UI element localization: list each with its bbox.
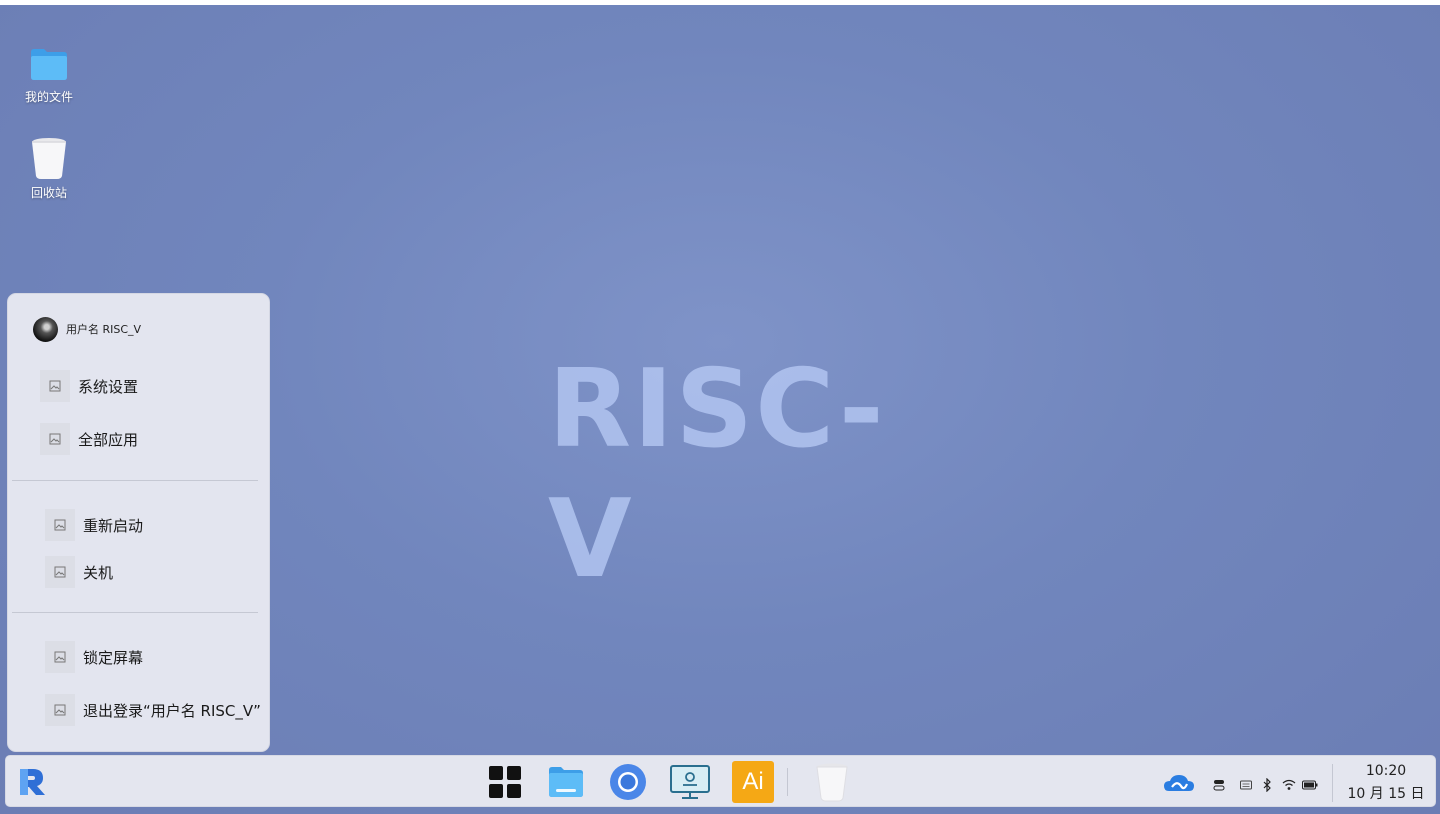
- cloud-sync-icon: [1164, 775, 1194, 791]
- avatar: [33, 316, 58, 342]
- user-name: 用户名 RISC_V: [66, 323, 142, 336]
- trash-icon: [32, 138, 66, 179]
- tray-divider: [1332, 764, 1333, 802]
- desktop-icon-label: 回收站: [30, 186, 67, 200]
- folder-icon: [31, 49, 67, 80]
- taskbar-divider: [787, 768, 788, 796]
- monitor-icon: [670, 765, 710, 799]
- app-grid-button[interactable]: [485, 762, 525, 802]
- risc-v-watermark: RISC- V: [548, 347, 886, 602]
- menu-separator: [12, 612, 258, 613]
- battery-button[interactable]: [1301, 778, 1319, 792]
- menu-item-system-settings[interactable]: 系统设置: [40, 370, 138, 402]
- clock[interactable]: 10:20 10 月 15 日: [1340, 760, 1432, 806]
- keyboard-button[interactable]: [1239, 778, 1253, 792]
- start-menu: 用户名 RISC_V 系统设置 全部应用 重新启动 关机 锁定屏幕 退出登录“用…: [7, 293, 270, 752]
- menu-item-logout[interactable]: 退出登录“用户名 RISC_V”: [45, 694, 261, 726]
- clock-date: 10 月 15 日: [1347, 786, 1425, 802]
- menu-item-all-apps[interactable]: 全部应用: [40, 423, 138, 455]
- wifi-button[interactable]: [1281, 778, 1297, 792]
- image-placeholder-icon: [40, 370, 70, 402]
- toggle-button[interactable]: [1212, 778, 1226, 792]
- menu-item-shutdown[interactable]: 关机: [45, 556, 113, 588]
- cloud-sync-button[interactable]: [1162, 770, 1196, 796]
- trash-icon: [816, 763, 848, 802]
- start-button[interactable]: [16, 766, 48, 798]
- chromium-icon: [610, 764, 646, 800]
- keyboard-icon: [1240, 780, 1252, 790]
- desktop-icon-my-files[interactable]: 我的文件: [9, 44, 89, 105]
- folder-icon: [549, 767, 583, 797]
- desktop-icon-label: 我的文件: [24, 90, 73, 104]
- trash-app-button[interactable]: [812, 761, 852, 803]
- menu-item-label: 退出登录“用户名 RISC_V”: [83, 701, 261, 720]
- image-placeholder-icon: [45, 694, 75, 726]
- files-app-button[interactable]: [546, 762, 586, 802]
- menu-item-label: 系统设置: [78, 377, 139, 396]
- illustrator-app-button[interactable]: Ai: [732, 761, 774, 803]
- image-placeholder-icon: [40, 423, 70, 455]
- desktop: 我的文件 回收站 RISC- V 用户名 RISC_V 系统设置 全部应用 重新…: [0, 0, 1440, 814]
- bluetooth-button[interactable]: [1260, 778, 1274, 792]
- menu-item-label: 关机: [83, 563, 114, 582]
- clock-time: 10:20: [1365, 763, 1407, 779]
- remote-desktop-app-button[interactable]: [669, 762, 711, 802]
- menu-separator: [12, 480, 258, 481]
- grid-icon: [489, 766, 521, 798]
- top-strip: [0, 0, 1440, 5]
- image-placeholder-icon: [45, 641, 75, 673]
- menu-item-lock-screen[interactable]: 锁定屏幕: [45, 641, 143, 673]
- battery-icon: [1302, 780, 1318, 790]
- bluetooth-icon: [1263, 778, 1271, 792]
- toggle-icon: [1213, 780, 1225, 791]
- menu-item-restart[interactable]: 重新启动: [45, 509, 143, 541]
- image-placeholder-icon: [45, 509, 75, 541]
- ai-icon: Ai: [742, 768, 764, 795]
- menu-item-label: 全部应用: [78, 430, 139, 449]
- wifi-icon: [1282, 779, 1296, 790]
- menu-item-label: 锁定屏幕: [83, 648, 144, 667]
- desktop-icon-trash[interactable]: 回收站: [9, 136, 89, 201]
- taskbar: Ai 10:20 10 月 15 日: [5, 755, 1436, 807]
- user-profile[interactable]: 用户名 RISC_V: [33, 316, 141, 342]
- browser-app-button[interactable]: [608, 762, 648, 802]
- risc-v-logo-icon: [20, 769, 45, 795]
- menu-item-label: 重新启动: [83, 516, 144, 535]
- image-placeholder-icon: [45, 556, 75, 588]
